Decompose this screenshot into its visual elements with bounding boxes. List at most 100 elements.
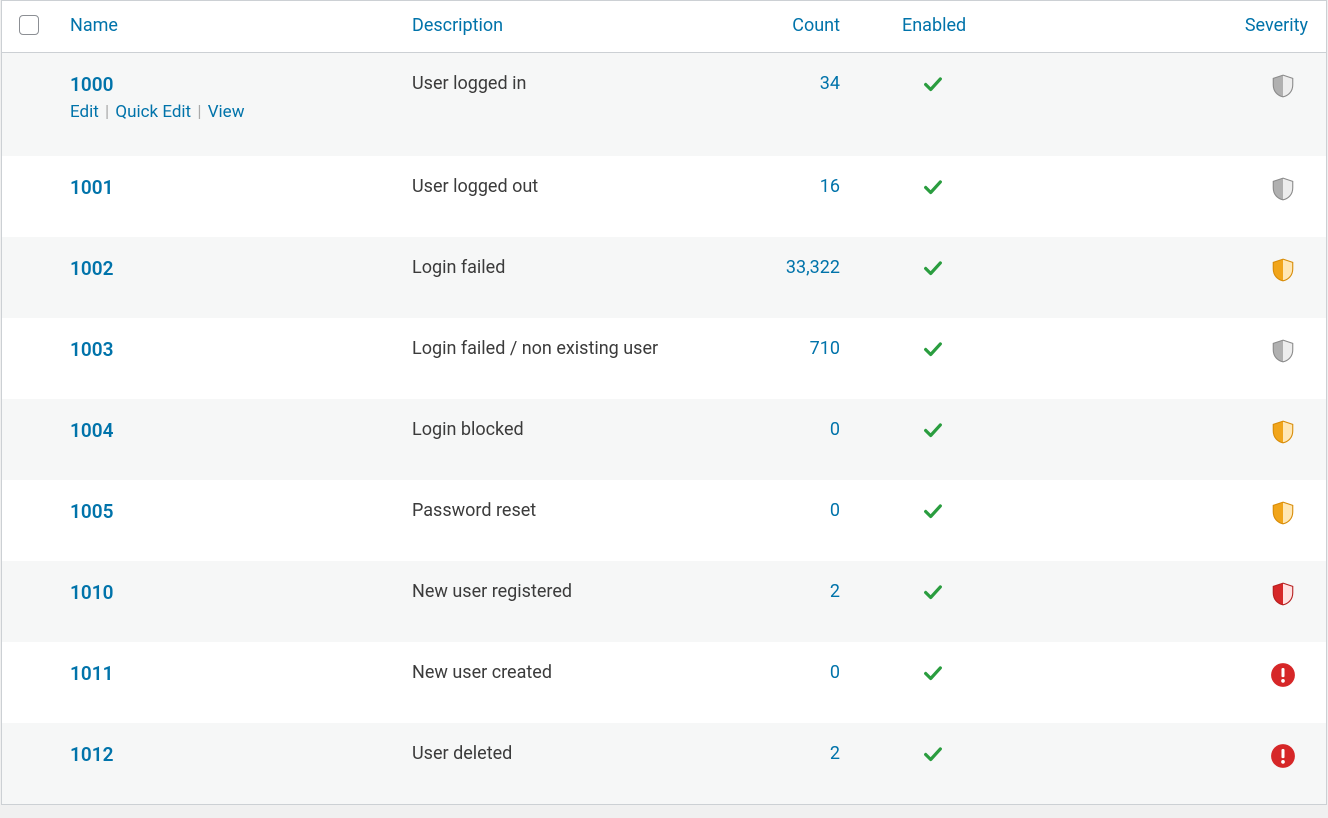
cell-severity <box>1022 642 1326 723</box>
cell-severity <box>1022 318 1326 399</box>
events-table: Name Description Count Enabled Severity … <box>2 1 1326 804</box>
cell-description: User deleted <box>402 723 742 804</box>
cell-severity <box>1022 399 1326 480</box>
event-id-link[interactable]: 1001 <box>70 176 113 199</box>
cell-enabled <box>862 156 1022 237</box>
cell-count: 0 <box>742 399 862 480</box>
events-table-wrap: Name Description Count Enabled Severity … <box>1 0 1327 805</box>
event-id-link[interactable]: 1005 <box>70 500 113 523</box>
cell-enabled <box>862 480 1022 561</box>
cell-description: New user registered <box>402 561 742 642</box>
cell-enabled <box>862 237 1022 318</box>
cell-severity <box>1022 561 1326 642</box>
cell-enabled <box>862 723 1022 804</box>
shield-orange-icon <box>1270 500 1296 526</box>
cell-name: 1010 <box>52 561 402 642</box>
cell-description: New user created <box>402 642 742 723</box>
edit-link[interactable]: Edit <box>70 102 99 122</box>
cell-count: 0 <box>742 480 862 561</box>
cell-severity <box>1022 723 1326 804</box>
cell-description: User logged in <box>402 53 742 157</box>
cell-name: 1001 <box>52 156 402 237</box>
header-name[interactable]: Name <box>52 1 402 53</box>
cell-count: 0 <box>742 642 862 723</box>
cell-enabled <box>862 399 1022 480</box>
row-checkbox-cell <box>2 53 52 157</box>
header-count[interactable]: Count <box>742 1 862 53</box>
check-icon <box>922 425 944 446</box>
cell-enabled <box>862 53 1022 157</box>
view-link[interactable]: View <box>208 102 245 122</box>
cell-name: 1002 <box>52 237 402 318</box>
circle-alert-icon <box>1270 743 1296 769</box>
row-checkbox-cell <box>2 642 52 723</box>
cell-name: 1003 <box>52 318 402 399</box>
header-severity[interactable]: Severity <box>1022 1 1326 53</box>
table-row: 1012 User deleted 2 <box>2 723 1326 804</box>
event-id-link[interactable]: 1004 <box>70 419 113 442</box>
cell-description: Login failed / non existing user <box>402 318 742 399</box>
check-icon <box>922 587 944 608</box>
circle-alert-icon <box>1270 662 1296 688</box>
event-id-link[interactable]: 1010 <box>70 581 113 604</box>
check-icon <box>922 79 944 100</box>
cell-description: User logged out <box>402 156 742 237</box>
cell-name: 1011 <box>52 642 402 723</box>
cell-description: Login failed <box>402 237 742 318</box>
cell-enabled <box>862 318 1022 399</box>
cell-severity <box>1022 480 1326 561</box>
table-row: 1002 Login failed 33,322 <box>2 237 1326 318</box>
event-id-link[interactable]: 1011 <box>70 662 113 685</box>
check-icon <box>922 344 944 365</box>
check-icon <box>922 182 944 203</box>
shield-red-icon <box>1270 581 1296 607</box>
table-row: 1011 New user created 0 <box>2 642 1326 723</box>
shield-orange-icon <box>1270 257 1296 283</box>
check-icon <box>922 749 944 770</box>
event-id-link[interactable]: 1012 <box>70 743 113 766</box>
event-id-link[interactable]: 1003 <box>70 338 113 361</box>
cell-severity <box>1022 156 1326 237</box>
row-checkbox-cell <box>2 237 52 318</box>
check-icon <box>922 668 944 689</box>
cell-name: 1005 <box>52 480 402 561</box>
check-icon <box>922 506 944 527</box>
event-id-link[interactable]: 1002 <box>70 257 113 280</box>
cell-severity <box>1022 237 1326 318</box>
check-icon <box>922 263 944 284</box>
shield-grey-icon <box>1270 338 1296 364</box>
cell-enabled <box>862 561 1022 642</box>
table-row: 1004 Login blocked 0 <box>2 399 1326 480</box>
cell-description: Password reset <box>402 480 742 561</box>
cell-count: 2 <box>742 561 862 642</box>
row-checkbox-cell <box>2 399 52 480</box>
shield-grey-icon <box>1270 176 1296 202</box>
table-row: 1003 Login failed / non existing user 71… <box>2 318 1326 399</box>
select-all-checkbox[interactable] <box>19 15 39 35</box>
row-checkbox-cell <box>2 723 52 804</box>
cell-count: 16 <box>742 156 862 237</box>
cell-count: 2 <box>742 723 862 804</box>
row-checkbox-cell <box>2 318 52 399</box>
row-checkbox-cell <box>2 561 52 642</box>
row-checkbox-cell <box>2 480 52 561</box>
cell-count: 34 <box>742 53 862 157</box>
header-description[interactable]: Description <box>402 1 742 53</box>
header-checkbox-cell <box>2 1 52 53</box>
quick-edit-link[interactable]: Quick Edit <box>115 102 191 122</box>
cell-description: Login blocked <box>402 399 742 480</box>
row-checkbox-cell <box>2 156 52 237</box>
table-row: 1010 New user registered 2 <box>2 561 1326 642</box>
row-actions: Edit | Quick Edit | View <box>70 102 392 122</box>
cell-count: 33,322 <box>742 237 862 318</box>
cell-severity <box>1022 53 1326 157</box>
shield-orange-icon <box>1270 419 1296 445</box>
cell-enabled <box>862 642 1022 723</box>
table-header-row: Name Description Count Enabled Severity <box>2 1 1326 53</box>
header-enabled[interactable]: Enabled <box>862 1 1022 53</box>
table-row: 1005 Password reset 0 <box>2 480 1326 561</box>
table-row: 1000 Edit | Quick Edit | View User logge… <box>2 53 1326 157</box>
event-id-link[interactable]: 1000 <box>70 73 113 96</box>
cell-name: 1000 Edit | Quick Edit | View <box>52 53 402 157</box>
shield-grey-icon <box>1270 73 1296 99</box>
